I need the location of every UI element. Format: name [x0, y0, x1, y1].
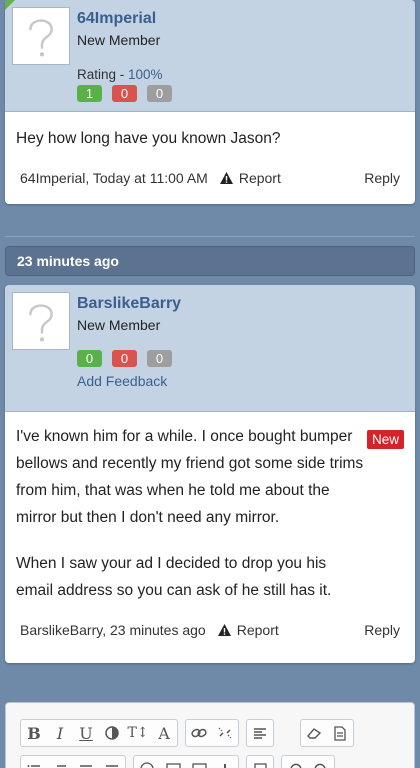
- negative-count[interactable]: 0: [112, 85, 137, 102]
- reply-link[interactable]: Reply: [364, 170, 400, 186]
- post-divider: [5, 236, 415, 237]
- editor-toolbar-row-1: B I U T↕ A: [20, 719, 354, 747]
- reply-editor: B I U T↕ A: [5, 702, 415, 768]
- unlink-icon[interactable]: [212, 720, 238, 746]
- feedback-counts: 0 0 0: [77, 350, 172, 367]
- post-author-time[interactable]: 64Imperial, Today at 11:00 AM: [20, 170, 208, 186]
- post-user-block: 64Imperial New Member Rating - 100% 1 0 …: [5, 0, 415, 112]
- username[interactable]: BarslikeBarry: [77, 295, 181, 313]
- text-size-icon[interactable]: T↕: [125, 720, 151, 746]
- misc-group: [300, 719, 354, 747]
- save-group: [246, 755, 274, 768]
- undo-icon[interactable]: [282, 756, 308, 768]
- user-title: New Member: [77, 317, 161, 333]
- thread-page: 64Imperial New Member Rating - 100% 1 0 …: [0, 0, 420, 768]
- image-icon[interactable]: [160, 756, 186, 768]
- time-separator: 23 minutes ago: [5, 246, 415, 276]
- editor-toolbar-row-2: [20, 755, 335, 768]
- link-icon[interactable]: [186, 720, 212, 746]
- reply-link[interactable]: Reply: [364, 622, 400, 638]
- media-icon[interactable]: [186, 756, 212, 768]
- rating-percent: 100%: [128, 67, 163, 82]
- bold-icon[interactable]: B: [21, 720, 47, 746]
- font-icon[interactable]: A: [151, 720, 177, 746]
- avatar[interactable]: [12, 292, 70, 350]
- save-icon[interactable]: [247, 756, 273, 768]
- message-text: Hey how long have you known Jason?: [16, 130, 281, 147]
- default-avatar-icon: [29, 304, 53, 342]
- add-feedback-link[interactable]: Add Feedback: [77, 373, 167, 389]
- report-label: Report: [238, 170, 281, 186]
- post-user-block: BarslikeBarry New Member 0 0 0 Add Feedb…: [5, 285, 415, 412]
- format-group: B I U T↕ A: [20, 719, 178, 747]
- rating-line: Rating - 100%: [77, 67, 163, 82]
- warning-icon: [219, 172, 233, 184]
- message-block: New I've known him for a while. I once b…: [5, 412, 415, 663]
- post-barslikebarry: BarslikeBarry New Member 0 0 0 Add Feedb…: [5, 285, 415, 663]
- redo-icon[interactable]: [308, 756, 334, 768]
- neutral-count[interactable]: 0: [147, 350, 172, 367]
- link-group: [185, 719, 239, 747]
- eraser-icon[interactable]: [301, 720, 327, 746]
- history-group: [281, 755, 335, 768]
- new-badge: New: [366, 430, 404, 449]
- message-paragraph: When I saw your ad I decided to drop you…: [16, 555, 332, 599]
- negative-count[interactable]: 0: [112, 350, 137, 367]
- post-meta: BarslikeBarry, 23 minutes ago Report Rep…: [20, 622, 400, 638]
- report-label: Report: [236, 622, 279, 638]
- numbered-list-icon[interactable]: [47, 756, 73, 768]
- username[interactable]: 64Imperial: [77, 10, 156, 28]
- insert-group: [133, 755, 239, 768]
- indent-icon[interactable]: [99, 756, 125, 768]
- feedback-counts: 1 0 0: [77, 85, 172, 102]
- default-avatar-icon: [29, 19, 53, 57]
- neutral-count[interactable]: 0: [147, 85, 172, 102]
- smilie-icon[interactable]: [134, 756, 160, 768]
- post-64imperial: 64Imperial New Member Rating - 100% 1 0 …: [5, 0, 415, 204]
- align-group: [246, 719, 274, 747]
- list-group: [20, 755, 126, 768]
- message-block: Hey how long have you known Jason? 64Imp…: [5, 112, 415, 204]
- message-paragraph: I've known him for a while. I once bough…: [16, 428, 364, 526]
- bullet-list-icon[interactable]: [21, 756, 47, 768]
- message-text: I've known him for a while. I once bough…: [16, 423, 365, 604]
- post-meta: 64Imperial, Today at 11:00 AM Report Rep…: [20, 170, 400, 186]
- align-icon[interactable]: [247, 720, 273, 746]
- positive-count[interactable]: 0: [77, 350, 102, 367]
- template-icon[interactable]: [327, 720, 353, 746]
- user-title: New Member: [77, 32, 161, 48]
- underline-icon[interactable]: U: [73, 720, 99, 746]
- rating-label: Rating -: [77, 67, 129, 82]
- report-link[interactable]: Report: [219, 170, 281, 186]
- outdent-icon[interactable]: [73, 756, 99, 768]
- italic-icon[interactable]: I: [47, 720, 73, 746]
- warning-icon: [217, 624, 231, 636]
- insert-icon[interactable]: [212, 756, 238, 768]
- positive-count[interactable]: 1: [77, 85, 102, 102]
- report-link[interactable]: Report: [217, 622, 279, 638]
- color-icon[interactable]: [99, 720, 125, 746]
- post-author-time[interactable]: BarslikeBarry, 23 minutes ago: [20, 622, 206, 638]
- avatar[interactable]: [12, 7, 70, 65]
